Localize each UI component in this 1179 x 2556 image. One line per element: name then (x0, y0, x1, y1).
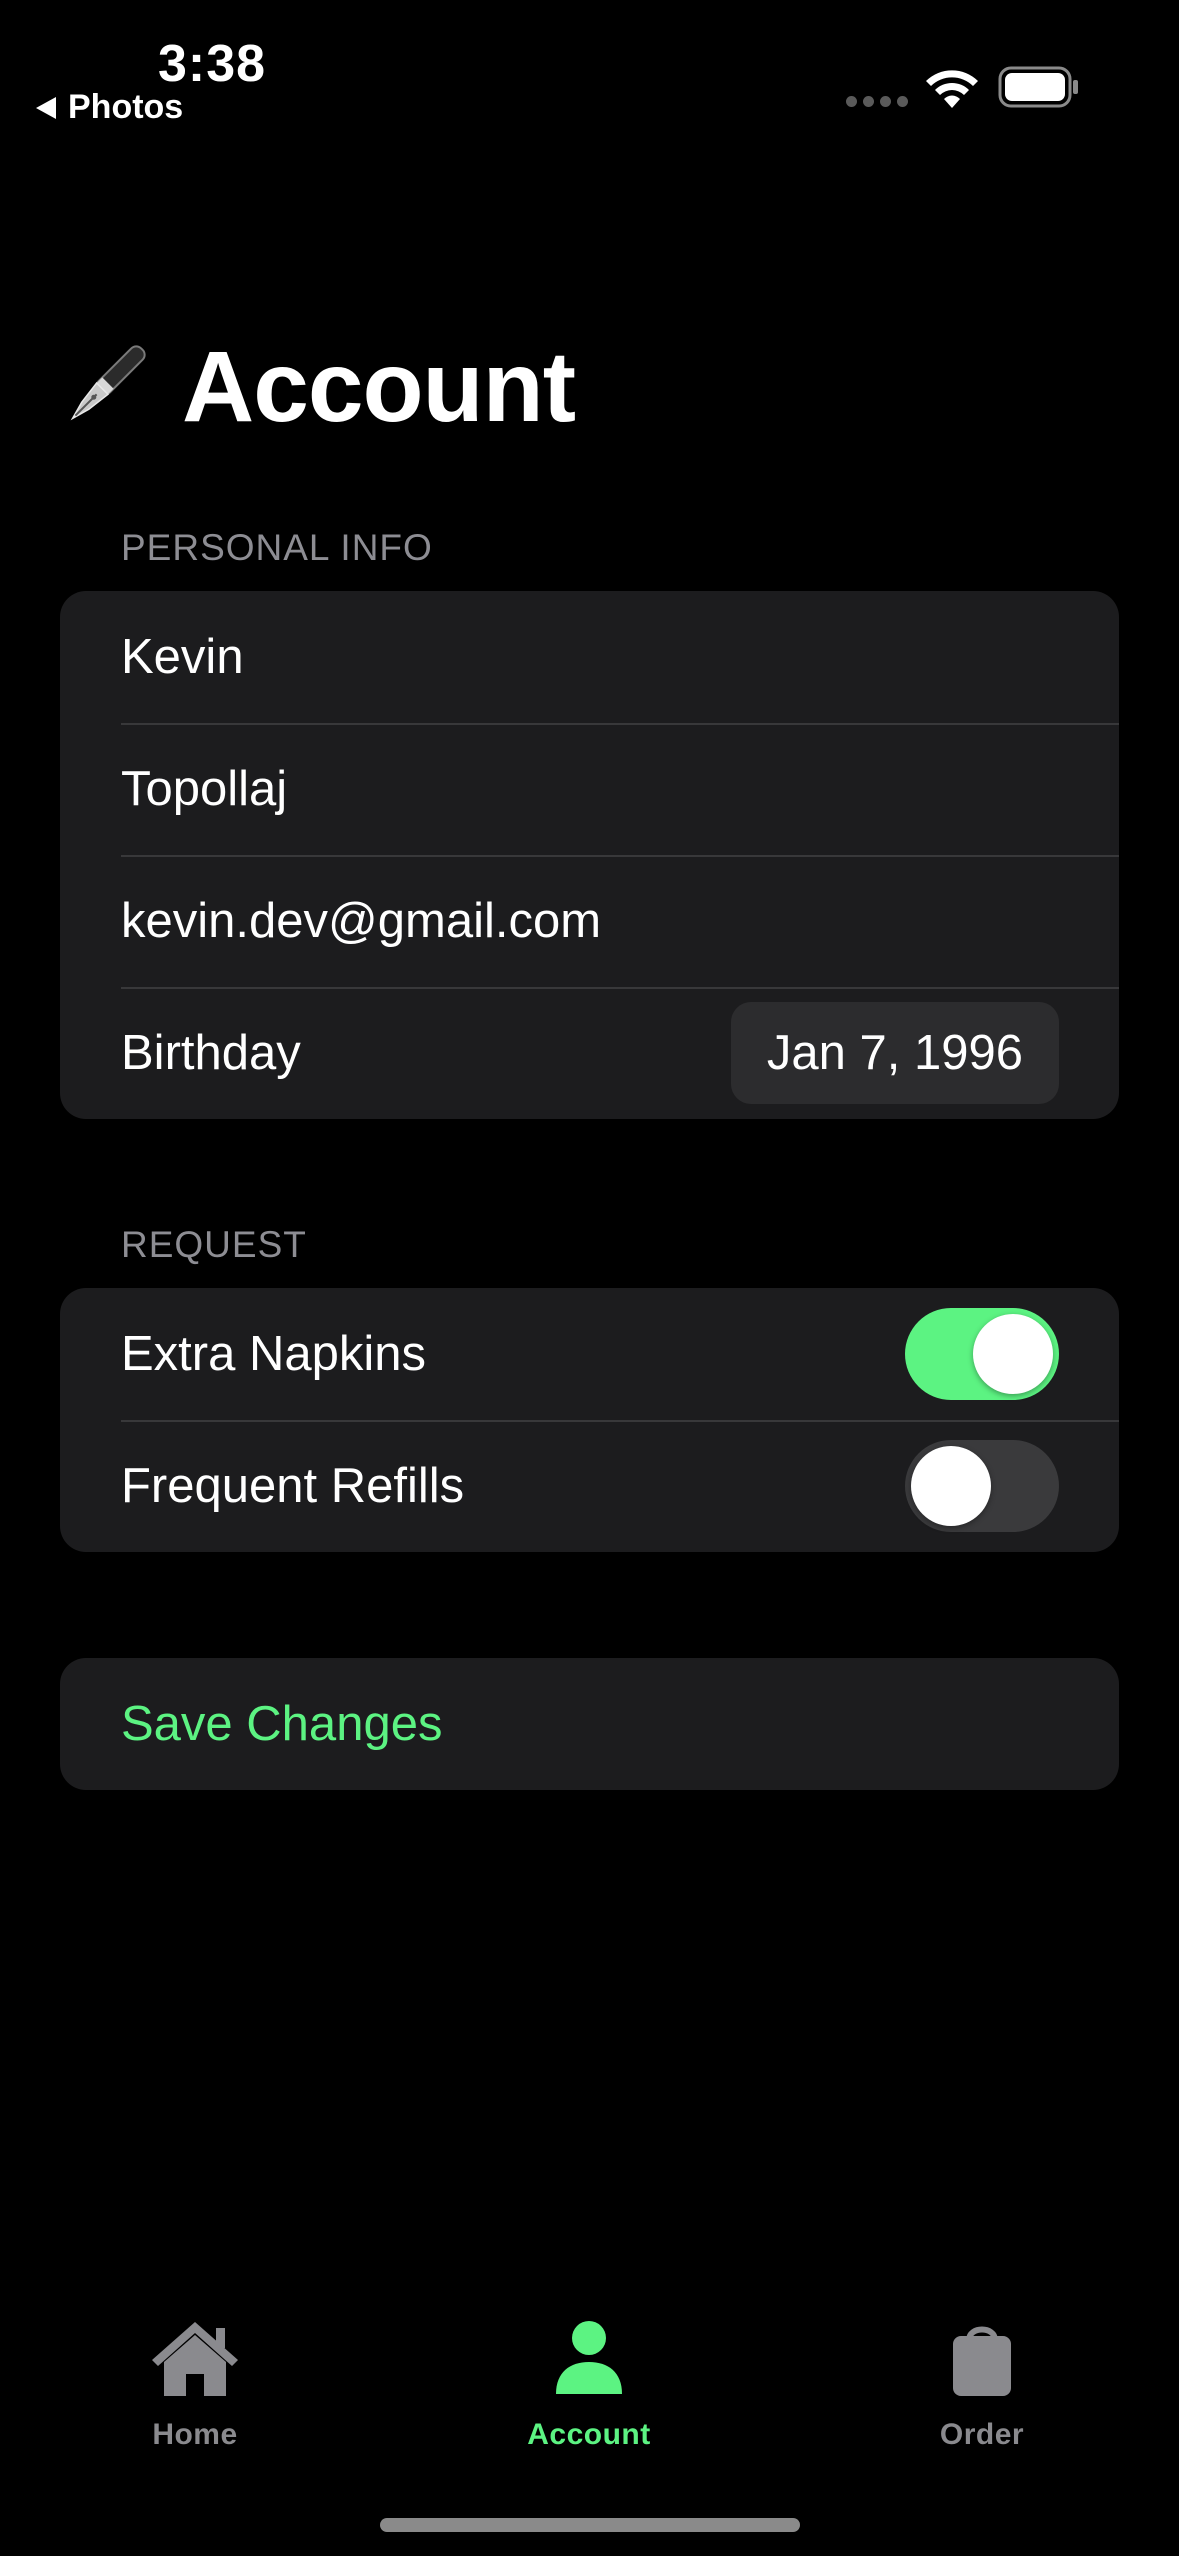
frequent-refills-row: Frequent Refills (60, 1420, 1119, 1552)
person-icon (556, 2321, 622, 2394)
extra-napkins-row: Extra Napkins (60, 1288, 1119, 1420)
tab-home[interactable]: Home (85, 2318, 305, 2452)
frequent-refills-label: Frequent Refills (121, 1459, 465, 1513)
tab-order[interactable]: Order (872, 2318, 1092, 2452)
wifi-icon (926, 70, 978, 108)
request-group: Extra Napkins Frequent Refills (60, 1288, 1119, 1552)
tab-home-label: Home (152, 2418, 238, 2451)
page-title-row: Account (50, 330, 576, 445)
battery-icon (998, 66, 1078, 108)
back-triangle-icon (36, 96, 56, 119)
fountain-pen-icon (70, 344, 146, 420)
email-field[interactable]: kevin.dev@gmail.com (60, 855, 1119, 987)
last-name-field[interactable]: Topollaj (60, 723, 1119, 855)
status-time: 3:38 (158, 35, 267, 93)
personal-info-group: Kevin Topollaj kevin.dev@gmail.com Birth… (60, 591, 1119, 1119)
tab-order-label: Order (939, 2418, 1025, 2451)
frequent-refills-toggle[interactable] (905, 1440, 1059, 1532)
email-value: kevin.dev@gmail.com (121, 894, 602, 948)
birthday-label: Birthday (121, 1026, 301, 1080)
extra-napkins-label: Extra Napkins (121, 1327, 427, 1381)
cellular-signal-icon (846, 96, 908, 107)
bag-icon (953, 2326, 1011, 2396)
personal-info-section-header: PERSONAL INFO (121, 527, 433, 568)
birthday-date-picker[interactable]: Jan 7, 1996 (730, 1002, 1059, 1104)
extra-napkins-toggle[interactable] (905, 1308, 1059, 1400)
birthday-row: Birthday Jan 7, 1996 (60, 987, 1119, 1119)
house-icon (152, 2322, 238, 2396)
toggle-knob (973, 1314, 1053, 1394)
toggle-knob (911, 1446, 991, 1526)
home-indicator[interactable] (380, 2518, 800, 2532)
tab-account[interactable]: Account (479, 2318, 699, 2452)
first-name-field[interactable]: Kevin (60, 591, 1119, 723)
save-changes-button[interactable]: Save Changes (60, 1658, 1119, 1790)
birthday-value: Jan 7, 1996 (766, 1026, 1023, 1080)
last-name-value: Topollaj (121, 762, 288, 816)
back-to-app-button[interactable]: Photos (36, 88, 183, 127)
back-app-label: Photos (68, 88, 184, 126)
save-group: Save Changes (60, 1658, 1119, 1790)
page-title: Account (182, 331, 576, 443)
request-section-header: REQUEST (121, 1224, 307, 1265)
tab-account-label: Account (527, 2418, 651, 2451)
first-name-value: Kevin (121, 630, 244, 684)
save-changes-label: Save Changes (121, 1697, 443, 1751)
account-screen: 3:38 Photos Account PERSONAL INFO Kevin … (0, 0, 1179, 2556)
